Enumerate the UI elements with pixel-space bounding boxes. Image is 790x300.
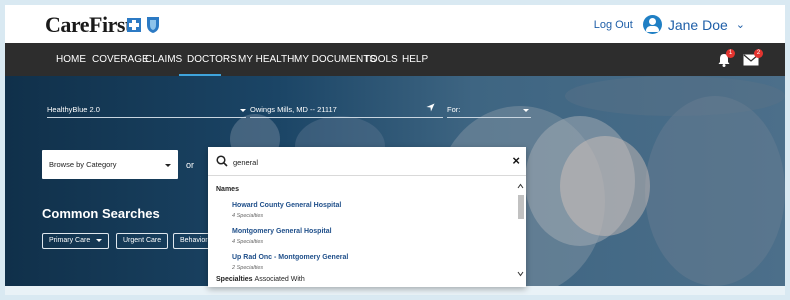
chip-label: Primary Care: [49, 237, 91, 244]
or-text: or: [186, 160, 195, 170]
message-badge: 2: [754, 49, 763, 58]
common-searches-title: Common Searches: [42, 206, 160, 221]
search-input[interactable]: general ×: [208, 147, 526, 176]
main-nav: HOME COVERAGE CLAIMS DOCTORS MY HEALTH M…: [5, 43, 785, 76]
nav-item-home[interactable]: HOME: [56, 54, 86, 66]
search-value: general: [233, 158, 259, 167]
for-label: For:: [447, 105, 461, 114]
scroll-down-icon[interactable]: [517, 271, 524, 277]
results-scrollbar[interactable]: [517, 183, 524, 281]
location-input[interactable]: Owings Mills, MD -- 21117: [250, 100, 443, 118]
for-select[interactable]: For:: [447, 100, 531, 118]
plan-value: HealthyBlue 2.0: [47, 105, 100, 114]
nav-item-help[interactable]: HELP: [402, 54, 428, 66]
result-name[interactable]: Up Rad Onc - Montgomery General: [232, 254, 348, 261]
nav-item-doctors[interactable]: DOCTORS: [187, 54, 237, 66]
carefirst-logo[interactable]: CareFirst.: [45, 12, 137, 38]
result-detail: 4 Specialties: [232, 213, 264, 219]
location-arrow-icon[interactable]: [426, 103, 435, 112]
location-value: Owings Mills, MD -- 21117: [250, 105, 337, 114]
user-menu[interactable]: Log Out Jane Doe ⌄: [594, 15, 745, 34]
nav-item-coverage[interactable]: COVERAGE: [92, 54, 149, 66]
specialties-heading: Specialties Associated With: [216, 276, 305, 283]
chevron-down-icon: [240, 109, 246, 112]
nav-item-my-health[interactable]: MY HEALTH: [238, 54, 294, 66]
photo-shape: [645, 96, 785, 286]
chip-label: Urgent Care: [123, 237, 162, 244]
chip-primary-care[interactable]: Primary Care: [42, 233, 110, 249]
top-header: CareFirst. Log Out Jane Doe ⌄: [5, 5, 785, 43]
scroll-up-icon[interactable]: [517, 183, 524, 189]
specialties-suffix: Associated With: [254, 276, 305, 283]
scrollbar-thumb[interactable]: [518, 195, 524, 219]
result-name[interactable]: Montgomery General Hospital: [232, 228, 332, 235]
names-heading: Names: [216, 186, 239, 193]
browse-label: Browse by Category: [49, 160, 117, 169]
chevron-down-icon: [523, 109, 529, 112]
carefirst-logo-icon: [127, 17, 159, 33]
chevron-down-icon: [165, 164, 171, 167]
specialties-label: Specialties: [216, 276, 253, 283]
search-icon: [216, 155, 228, 167]
result-detail: 4 Specialties: [232, 239, 264, 245]
close-icon[interactable]: ×: [512, 153, 520, 168]
user-name[interactable]: Jane Doe: [668, 17, 728, 33]
chevron-down-icon: [96, 238, 103, 242]
notification-badge: 1: [726, 49, 735, 58]
nav-item-tools[interactable]: TOOLS: [364, 54, 398, 66]
nav-item-claims[interactable]: CLAIMS: [145, 54, 182, 66]
user-avatar-icon[interactable]: [642, 15, 662, 34]
result-detail: 2 Specialties: [232, 265, 264, 271]
chevron-down-icon[interactable]: ⌄: [736, 18, 745, 31]
search-dropdown: general × Names Howard County General Ho…: [208, 147, 526, 287]
browse-by-category-select[interactable]: Browse by Category: [42, 150, 178, 179]
plan-select[interactable]: HealthyBlue 2.0: [47, 100, 246, 118]
photo-shape: [560, 136, 650, 236]
logout-link[interactable]: Log Out: [594, 19, 633, 31]
result-name[interactable]: Howard County General Hospital: [232, 202, 341, 209]
chip-urgent-care[interactable]: Urgent Care: [116, 233, 169, 249]
